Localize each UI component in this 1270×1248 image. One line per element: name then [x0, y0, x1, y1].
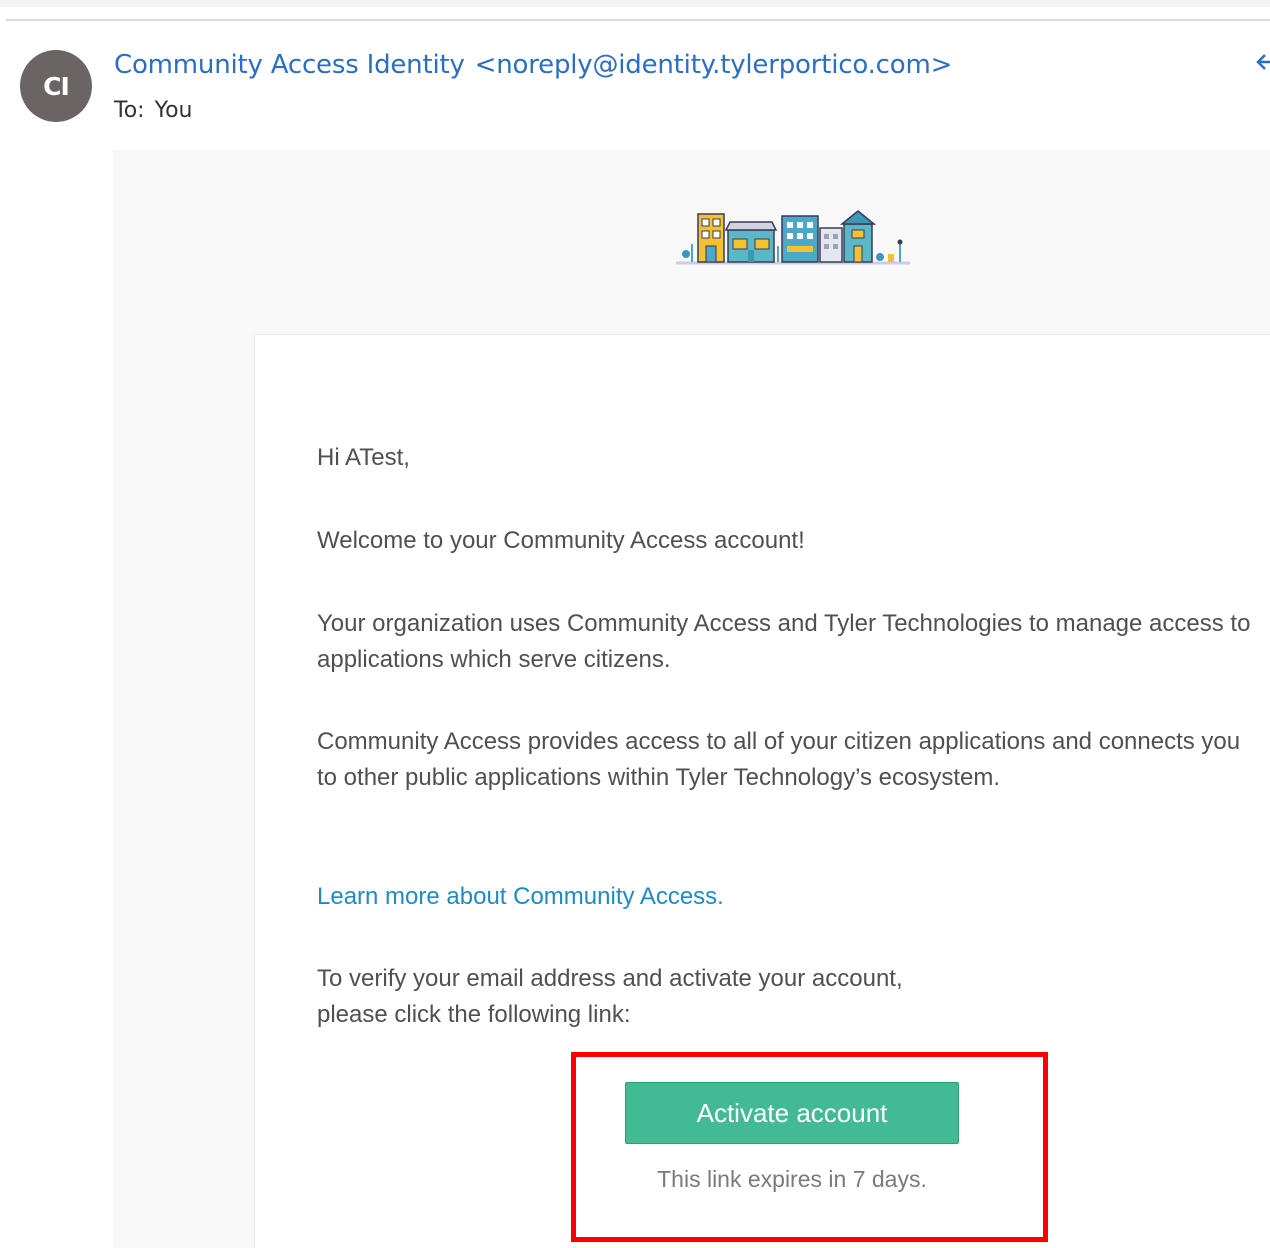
greeting-text: Hi ATest,: [317, 444, 410, 471]
provides-text: Community Access provides access to all …: [317, 728, 1241, 791]
link-expiry-note: This link expires in 7 days.: [657, 1166, 927, 1192]
sender-name[interactable]: Community Access Identity: [114, 50, 465, 80]
highlight-box: [571, 1052, 1048, 1242]
verify-line-1: To verify your email address and activat…: [317, 965, 903, 992]
to-value: You: [154, 98, 193, 123]
town-buildings-illustration: [676, 206, 910, 268]
learn-more-link[interactable]: Learn more about Community Access.: [317, 879, 1267, 915]
activate-account-button[interactable]: Activate account: [625, 1082, 959, 1144]
sender-email[interactable]: <noreply@identity.tylerportico.com>: [475, 50, 953, 80]
reply-arrow-icon[interactable]: [1250, 50, 1270, 74]
avatar-initials: CI: [43, 71, 70, 101]
verify-line-2: please click the following link:: [317, 1001, 631, 1028]
email-view: CI Community Access Identity <noreply@ide…: [0, 0, 1270, 1248]
to-label: To:: [114, 98, 145, 123]
verify-instructions: To verify your email address and activat…: [317, 961, 1267, 1033]
header-divider: [6, 19, 1270, 21]
welcome-text: Welcome to your Community Access account…: [317, 527, 805, 554]
top-strip: [0, 0, 1270, 7]
organization-text: Your organization uses Community Access …: [317, 610, 1251, 673]
recipient-line: To: You: [114, 98, 193, 123]
sender-avatar: CI: [20, 50, 92, 122]
sender-line[interactable]: Community Access Identity <noreply@identi…: [114, 50, 952, 80]
